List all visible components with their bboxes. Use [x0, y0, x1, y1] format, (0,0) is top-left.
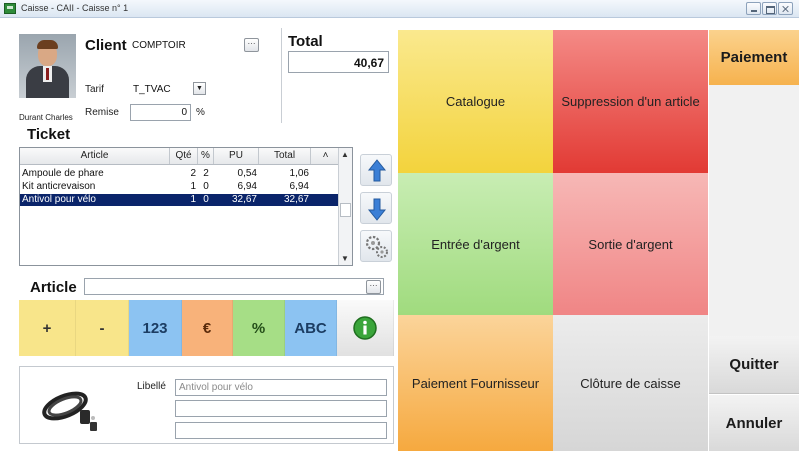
remise-input[interactable]: 0	[130, 104, 191, 121]
col-pct[interactable]: %	[198, 148, 214, 164]
supplier-payment-button[interactable]: Paiement Fournisseur	[398, 315, 553, 451]
table-row[interactable]: Ampoule de phare 2 2 0,54 1,06	[20, 168, 340, 180]
table-row-selected[interactable]: Antivol pour vélo 1 0 32,67 32,67	[20, 194, 340, 206]
ticket-label: Ticket	[27, 126, 71, 143]
client-browse-button[interactable]: ···	[244, 38, 259, 52]
euro-button[interactable]: €	[182, 300, 233, 356]
article-browse-button[interactable]: ···	[366, 280, 381, 294]
table-row[interactable]: Kit anticrevaison 1 0 6,94 6,94	[20, 181, 340, 193]
col-qty[interactable]: Qté	[170, 148, 198, 164]
remise-label: Remise	[85, 107, 119, 118]
detail-line-3[interactable]	[175, 422, 387, 439]
product-image	[32, 374, 108, 440]
move-up-button[interactable]	[360, 154, 392, 186]
minus-button[interactable]: -	[76, 300, 129, 356]
scroll-up-icon[interactable]: ▲	[341, 150, 349, 159]
libelle-input[interactable]: Antivol pour vélo	[175, 379, 387, 396]
bike-lock-image	[42, 391, 97, 431]
col-pu[interactable]: PU	[214, 148, 259, 164]
cancel-button[interactable]: Annuler	[709, 395, 799, 451]
total-value: 40,67	[288, 51, 389, 73]
col-article[interactable]: Article	[20, 148, 170, 164]
scroll-thumb[interactable]	[340, 203, 351, 217]
settings-button[interactable]	[360, 230, 392, 262]
col-sort-indicator: ˄	[322, 150, 329, 161]
payment-button[interactable]: Paiement	[709, 30, 799, 85]
quit-button[interactable]: Quitter	[709, 336, 799, 394]
window-controls	[746, 2, 793, 15]
close-register-button[interactable]: Clôture de caisse	[553, 315, 708, 451]
arrow-up-icon	[367, 159, 387, 182]
window-title: Caisse - CAII - Caisse n° 1	[21, 3, 129, 13]
scroll-down-icon[interactable]: ▼	[341, 254, 349, 263]
app-icon	[4, 3, 16, 14]
info-button[interactable]	[337, 300, 394, 356]
total-label: Total	[288, 33, 323, 50]
remise-unit: %	[196, 107, 205, 118]
ticket-header: Article Qté % PU Total ˄	[20, 148, 340, 165]
tarif-dropdown-arrow[interactable]: ▼	[193, 82, 206, 95]
numeric-button[interactable]: 123	[129, 300, 182, 356]
plus-button[interactable]: +	[19, 300, 76, 356]
tarif-label: Tarif	[85, 84, 104, 95]
cash-in-button[interactable]: Entrée d'argent	[398, 173, 553, 315]
customer-photo	[19, 34, 76, 98]
title-bar: Caisse - CAII - Caisse n° 1	[0, 0, 799, 18]
customer-name: Durant Charles	[19, 113, 73, 122]
gears-icon	[365, 235, 388, 258]
article-input[interactable]	[84, 278, 384, 295]
maximize-button[interactable]	[762, 2, 777, 15]
move-down-button[interactable]	[360, 192, 392, 224]
col-total[interactable]: Total	[259, 148, 311, 164]
cash-out-button[interactable]: Sortie d'argent	[553, 173, 708, 315]
minimize-button[interactable]	[746, 2, 761, 15]
close-button[interactable]	[778, 2, 793, 15]
libelle-label: Libellé	[137, 381, 166, 392]
delete-article-button[interactable]: Suppression d'un article	[553, 30, 708, 173]
article-label: Article	[30, 279, 77, 296]
ticket-scrollbar[interactable]: ▲ ▼	[338, 148, 352, 265]
catalogue-button[interactable]: Catalogue	[398, 30, 553, 173]
ticket-table[interactable]: Article Qté % PU Total ˄ Ampoule de phar…	[19, 147, 353, 266]
abc-button[interactable]: ABC	[285, 300, 337, 356]
right-column-spacer	[709, 85, 799, 336]
client-label: Client	[85, 37, 127, 54]
divider	[281, 28, 282, 123]
detail-line-2[interactable]	[175, 400, 387, 417]
arrow-down-icon	[367, 198, 387, 221]
percent-button[interactable]: %	[233, 300, 285, 356]
info-icon	[353, 316, 377, 340]
